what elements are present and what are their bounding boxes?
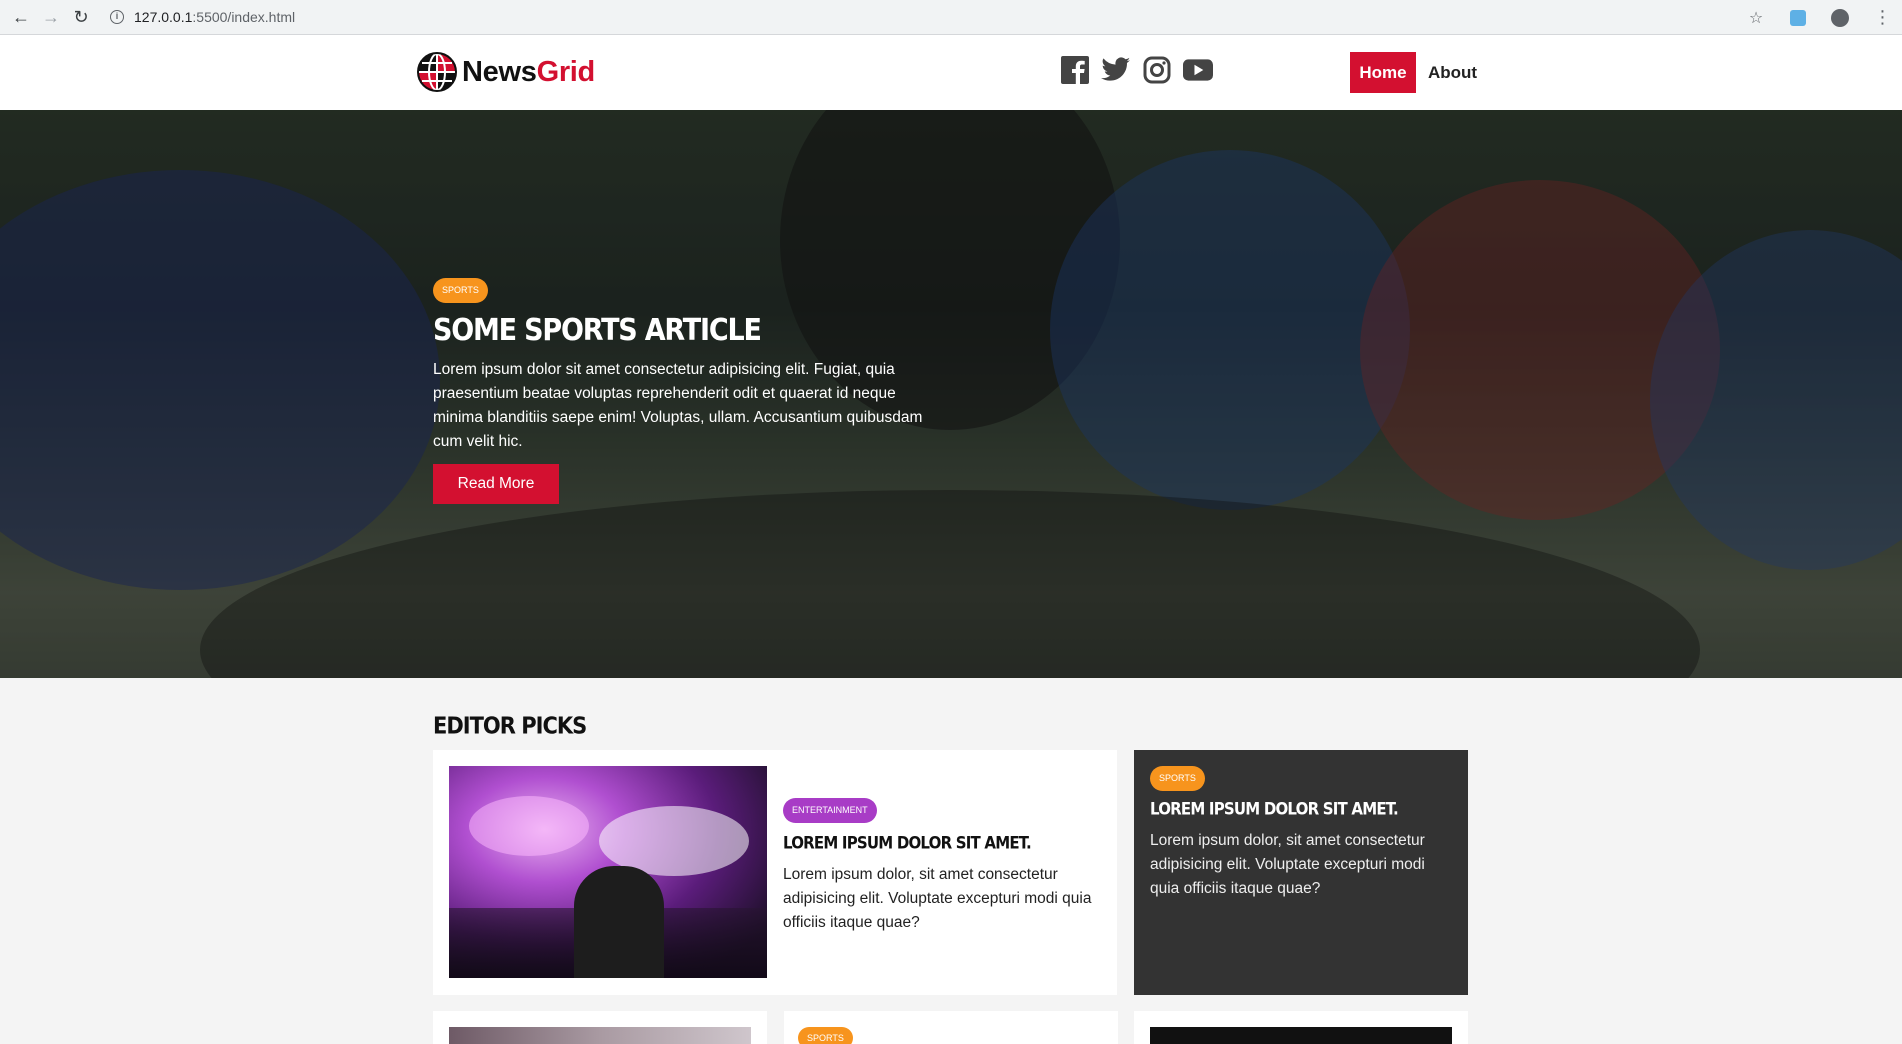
article-card[interactable]: Sports (784, 1011, 1118, 1044)
sports-tag[interactable]: Sports (798, 1027, 853, 1044)
instagram-icon[interactable] (1142, 55, 1172, 85)
site-header: NewsGrid Home About (0, 35, 1902, 110)
youtube-icon[interactable] (1183, 55, 1213, 85)
forward-icon[interactable]: → (36, 2, 66, 32)
read-more-button[interactable]: Read More (433, 464, 559, 504)
nav-about-link[interactable]: About (1428, 63, 1477, 83)
main-nav: Home About (1350, 52, 1477, 93)
card-text: Lorem ipsum dolor, sit amet consectetur … (1150, 832, 1425, 897)
facebook-icon[interactable] (1060, 55, 1090, 85)
menu-icon[interactable]: ⋮ (1872, 7, 1892, 28)
hero-overlay (0, 110, 1902, 678)
article-image (1150, 1027, 1452, 1044)
url-path: :5500/index.html (192, 9, 296, 25)
browser-toolbar: ← → ↻ i 127.0.0.1:5500/index.html ☆ ⋮ (0, 0, 1902, 35)
editor-pick-main-card[interactable]: Entertainment Lorem ipsum dolor sit amet… (433, 750, 1117, 995)
info-icon[interactable]: i (110, 10, 124, 24)
article-card[interactable] (1134, 1011, 1468, 1044)
social-links (1060, 55, 1213, 85)
profile-icon[interactable] (1830, 8, 1850, 28)
twitter-icon[interactable] (1101, 55, 1131, 85)
logo-news: News (462, 55, 537, 88)
logo[interactable]: NewsGrid (416, 51, 595, 93)
hero-category-tag[interactable]: Sports (433, 278, 488, 303)
article-image (449, 1027, 751, 1044)
card-text: Lorem ipsum dolor, sit amet consectetur … (783, 866, 1092, 931)
extension-icon[interactable] (1788, 8, 1808, 28)
nav-home-link[interactable]: Home (1350, 52, 1416, 93)
logo-grid: Grid (536, 55, 596, 88)
url-host: 127.0.0.1 (134, 9, 193, 25)
editor-pick-side-card[interactable]: Sports Lorem ipsum dolor sit amet. Lorem… (1134, 750, 1468, 995)
address-bar[interactable]: i 127.0.0.1:5500/index.html (110, 2, 295, 32)
concert-image (449, 766, 767, 978)
reload-icon[interactable]: ↻ (66, 2, 96, 32)
sports-tag[interactable]: Sports (1150, 766, 1205, 791)
editor-picks-title: Editor Picks (433, 712, 587, 739)
hero-text: Lorem ipsum dolor sit amet consectetur a… (433, 361, 923, 450)
article-card[interactable] (433, 1011, 767, 1044)
entertainment-tag[interactable]: Entertainment (783, 798, 877, 823)
globe-icon (417, 52, 457, 92)
back-icon[interactable]: ← (6, 2, 36, 32)
card-title[interactable]: Lorem ipsum dolor sit amet. (1150, 799, 1450, 819)
card-title[interactable]: Lorem ipsum dolor sit amet. (783, 833, 1103, 853)
hero-title: Some Sports Article (433, 313, 762, 348)
hero-section: Sports Some Sports Article Lorem ipsum d… (0, 110, 1902, 678)
star-icon[interactable]: ☆ (1746, 8, 1766, 28)
hero-content: Sports Some Sports Article Lorem ipsum d… (433, 278, 933, 504)
